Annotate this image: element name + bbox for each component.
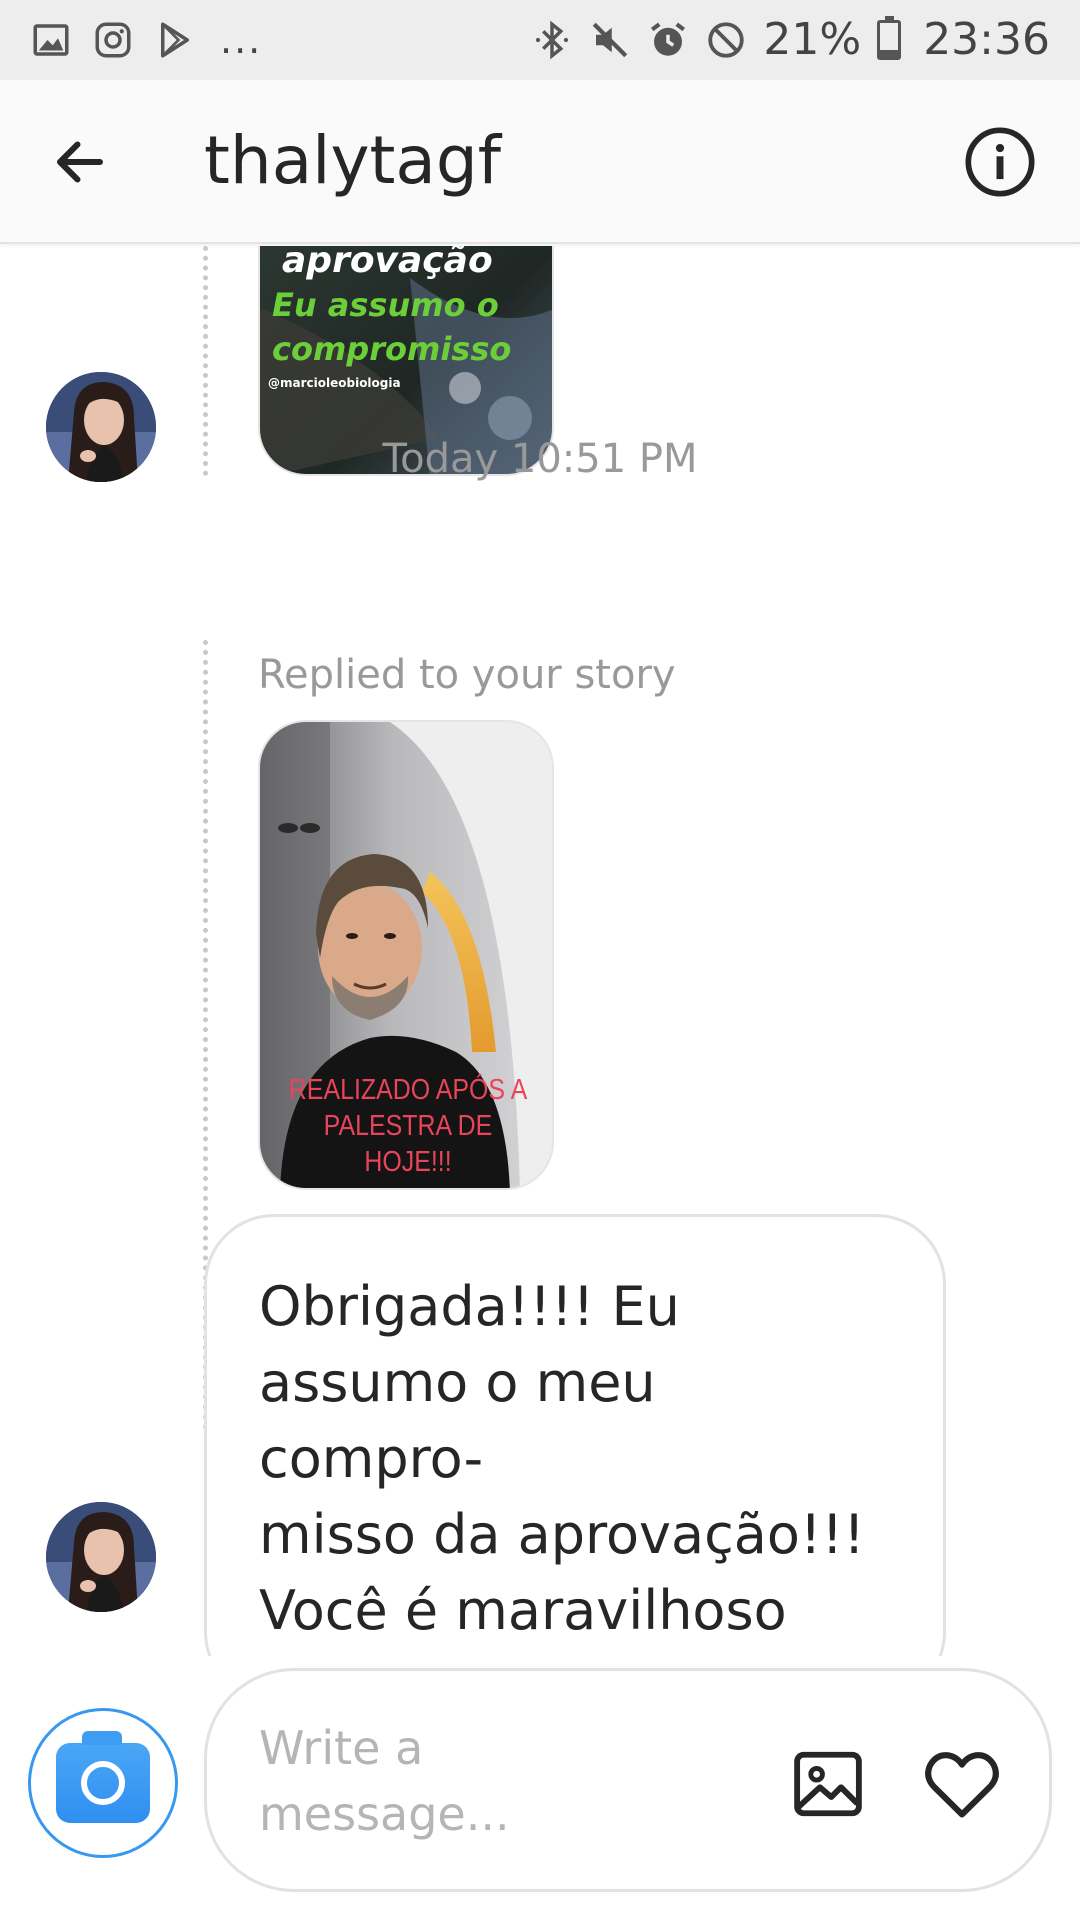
story-text-line: compromisso [272,330,512,368]
battery-icon [877,16,902,60]
avatar[interactable] [46,1502,156,1612]
camera-button[interactable] [28,1708,178,1858]
play-store-notification-icon [154,19,196,61]
instagram-notification-icon [92,19,134,61]
info-icon [965,127,1035,197]
status-bar-system: 21% 23:36 [531,14,1050,65]
mute-icon [589,19,631,61]
status-bar: ... 21% 23:36 [0,0,1080,80]
camera-icon [56,1731,150,1823]
story-handle: @marcioleobiologia [268,376,401,390]
conversation-header: thalytagf [0,80,1080,244]
message-timestamp: Today 10:51 PM [382,436,698,482]
heart-icon [925,1752,999,1818]
profile-photo [46,1502,156,1612]
replied-to-story-label: Replied to your story [258,652,676,698]
message-thread[interactable]: aprovação Eu assumo o compromisso @marci… [0,246,1080,1656]
clock: 23:36 [923,14,1050,65]
message-text: Obrigada!!!! Eu assumo o meu compro- mis… [259,1275,865,1642]
more-notifications-indicator: ... [220,18,263,62]
camera-lens [81,1761,125,1805]
message-bubble[interactable]: Obrigada!!!! Eu assumo o meu compro- mis… [204,1214,946,1656]
status-bar-notifications: ... [30,18,262,62]
message-input[interactable] [259,1715,719,1855]
alarm-icon [647,19,689,61]
like-button[interactable] [919,1741,1005,1827]
story-caption-line: PALESTRA DE HOJE!!! [323,1110,493,1178]
story-caption-line: REALIZADO APÓS A [288,1074,528,1106]
gallery-notification-icon [30,19,72,61]
story-text-line: Eu assumo o [272,286,499,324]
gallery-icon [794,1751,862,1817]
story-text-line: aprovação [282,246,493,281]
story-caption: REALIZADO APÓS A PALESTRA DE HOJE!!! [281,1072,536,1180]
message-input-box [204,1668,1052,1892]
conversation-username[interactable]: thalytagf [204,122,501,199]
story-thumbnail[interactable]: REALIZADO APÓS A PALESTRA DE HOJE!!! [258,720,554,1190]
info-button[interactable] [962,124,1038,200]
bluetooth-icon [531,19,573,61]
message-composer [0,1656,1080,1920]
battery-level [880,49,899,57]
arrow-left-icon [57,141,103,183]
battery-percent: 21% [763,14,862,65]
do-not-disturb-icon [705,19,747,61]
back-button[interactable] [46,128,114,196]
gallery-button[interactable] [789,1745,867,1823]
